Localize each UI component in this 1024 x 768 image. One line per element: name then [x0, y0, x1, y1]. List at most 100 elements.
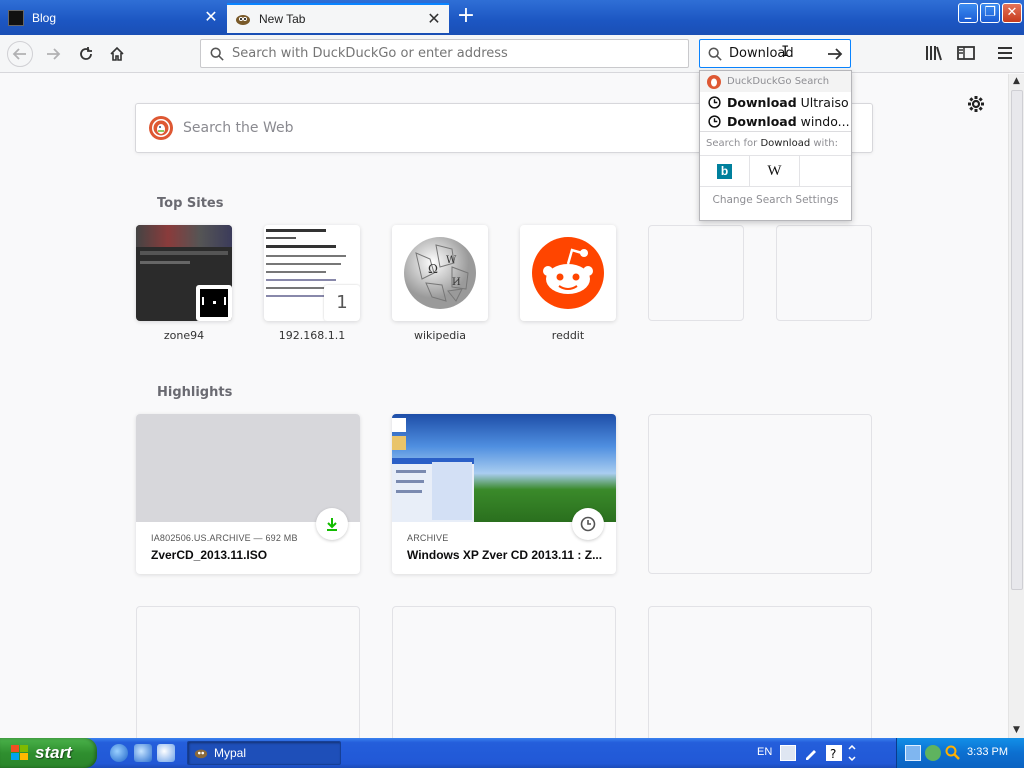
wikipedia-icon: W	[767, 163, 782, 179]
scroll-thumb[interactable]	[1011, 90, 1023, 590]
new-tab-page: Search the Web Top Sites zone94 1 192.16…	[0, 74, 1008, 738]
text-cursor-icon: I	[781, 44, 790, 60]
tab-title: New Tab	[259, 12, 306, 26]
popup-header-text: DuckDuckGo Search	[727, 76, 830, 87]
url-input[interactable]	[232, 46, 672, 61]
navigation-toolbar: Download	[0, 35, 1024, 73]
gear-icon[interactable]	[966, 94, 986, 114]
close-tab-icon[interactable]: ✕	[427, 11, 441, 27]
download-badge	[316, 508, 348, 540]
reload-icon	[80, 47, 92, 60]
scroll-down-arrow-icon[interactable]: ▼	[1009, 723, 1024, 738]
history-clock-icon	[580, 516, 596, 532]
svg-text:?: ?	[830, 747, 836, 761]
media-player-icon[interactable]	[157, 744, 175, 762]
highlight-thumbnail	[136, 414, 360, 522]
top-site-thumbnail: 1	[264, 225, 360, 321]
hamburger-menu-icon[interactable]	[995, 43, 1015, 63]
suggestion-bold: Download	[727, 114, 797, 129]
history-badge	[572, 508, 604, 540]
windows-flag-icon	[11, 745, 28, 760]
clock[interactable]: 3:33 PM	[967, 746, 1008, 758]
network-icon[interactable]	[905, 745, 921, 761]
download-icon	[327, 518, 337, 531]
top-site-label: zone94	[163, 329, 205, 342]
mypal-icon	[194, 749, 208, 759]
windows-taskbar: start Mypal EN ? 3:33 PM	[0, 738, 1024, 768]
tab-blog[interactable]: Blog ✕	[0, 3, 226, 33]
security-shield-icon[interactable]	[925, 745, 941, 761]
search-tray-icon[interactable]	[945, 745, 961, 761]
suggestion-item[interactable]: Download windo...	[700, 112, 851, 131]
taskbar-item-mypal[interactable]: Mypal	[187, 741, 341, 765]
suggestion-item[interactable]: Download Ultraiso	[700, 93, 851, 112]
back-button[interactable]	[7, 41, 33, 67]
top-site-zone94[interactable]: zone94	[136, 225, 232, 342]
suggestion-rest: windo...	[796, 114, 850, 129]
highlight-title: ZverCD_2013.11.ISO	[151, 548, 268, 562]
restore-button[interactable]: ❐	[980, 3, 1000, 23]
keyboard-icon[interactable]	[780, 745, 796, 761]
scroll-up-arrow-icon[interactable]: ▲	[1009, 74, 1024, 89]
language-indicator[interactable]: EN	[757, 746, 772, 758]
top-site-thumbnail	[136, 225, 232, 321]
sidebar-toggle-icon[interactable]	[956, 43, 976, 63]
top-site-router[interactable]: 1 192.168.1.1	[264, 225, 360, 342]
empty-tile	[648, 225, 744, 321]
highlight-context: IA802506.US.ARCHIVE — 692 MB	[151, 533, 298, 543]
pen-tool-icon[interactable]	[803, 745, 819, 761]
popup-engine-header: DuckDuckGo Search	[700, 71, 851, 92]
highlight-thumbnail	[392, 414, 616, 522]
search-suggestions-popup: DuckDuckGo Search Download Ultraiso Down…	[699, 70, 852, 221]
top-sites-heading: Top Sites	[157, 196, 224, 211]
language-bar-options-icon[interactable]	[846, 744, 862, 762]
svg-text:И: И	[452, 277, 461, 288]
svg-text:Ω: Ω	[428, 262, 438, 276]
start-button[interactable]: start	[0, 738, 97, 768]
internet-explorer-icon[interactable]	[110, 744, 128, 762]
new-tab-plus-icon[interactable]: +	[455, 5, 477, 27]
suggestion-rest: Ultraiso	[796, 95, 849, 110]
close-window-button[interactable]: ✕	[1002, 3, 1022, 23]
reload-button[interactable]	[73, 41, 99, 67]
divider	[700, 131, 851, 132]
top-site-label: 192.168.1.1	[278, 329, 346, 342]
highlight-card-zvercd[interactable]: IA802506.US.ARCHIVE — 692 MB ZverCD_2013…	[136, 414, 360, 574]
window-controls: _ ❐ ✕	[958, 3, 1022, 23]
highlight-placeholder	[648, 414, 872, 574]
minimize-button[interactable]: _	[958, 3, 978, 23]
taskbar-item-label: Mypal	[214, 746, 247, 760]
home-button[interactable]	[104, 41, 130, 67]
search-for-label: Search for Download with:	[706, 138, 838, 149]
search-go-arrow-icon[interactable]	[826, 45, 844, 63]
vertical-scrollbar[interactable]: ▲ ▼	[1008, 74, 1024, 738]
top-site-label: reddit	[551, 329, 585, 342]
top-site-thumbnail	[520, 225, 616, 321]
search-for-prefix: Search for	[706, 138, 761, 149]
back-arrow-icon	[12, 48, 26, 60]
tab-strip: Blog ✕ New Tab ✕ + _ ❐ ✕	[0, 0, 1024, 35]
top-site-placeholder[interactable]	[776, 225, 872, 321]
home-icon	[110, 46, 124, 61]
search-input-value[interactable]: Download	[729, 46, 819, 61]
top-site-wikipedia[interactable]: Ω W И wikipedia	[392, 225, 488, 342]
search-bar[interactable]: Download	[699, 39, 851, 68]
url-bar[interactable]	[200, 39, 689, 68]
top-site-reddit[interactable]: reddit	[520, 225, 616, 342]
search-icon	[210, 47, 224, 61]
tab-new-tab[interactable]: New Tab ✕	[227, 3, 449, 33]
search-for-keyword: Download	[760, 138, 811, 149]
close-tab-icon[interactable]: ✕	[204, 9, 218, 25]
change-search-settings-button[interactable]: Change Search Settings	[700, 194, 851, 206]
library-icon[interactable]	[924, 43, 944, 63]
forward-button[interactable]	[40, 41, 66, 67]
suggestion-bold: Download	[727, 95, 797, 110]
highlight-title: Windows XP Zver CD 2013.11 : Z...	[407, 548, 603, 562]
help-icon[interactable]: ?	[826, 745, 842, 761]
engine-bing-button[interactable]: b	[700, 156, 750, 187]
engine-wikipedia-button[interactable]: W	[750, 156, 800, 187]
duckduckgo-logo-icon	[149, 116, 173, 140]
top-site-placeholder[interactable]	[648, 225, 744, 321]
highlight-card-windows-xp[interactable]: ARCHIVE Windows XP Zver CD 2013.11 : Z..…	[392, 414, 616, 574]
quicklaunch-app-icon[interactable]	[134, 744, 152, 762]
